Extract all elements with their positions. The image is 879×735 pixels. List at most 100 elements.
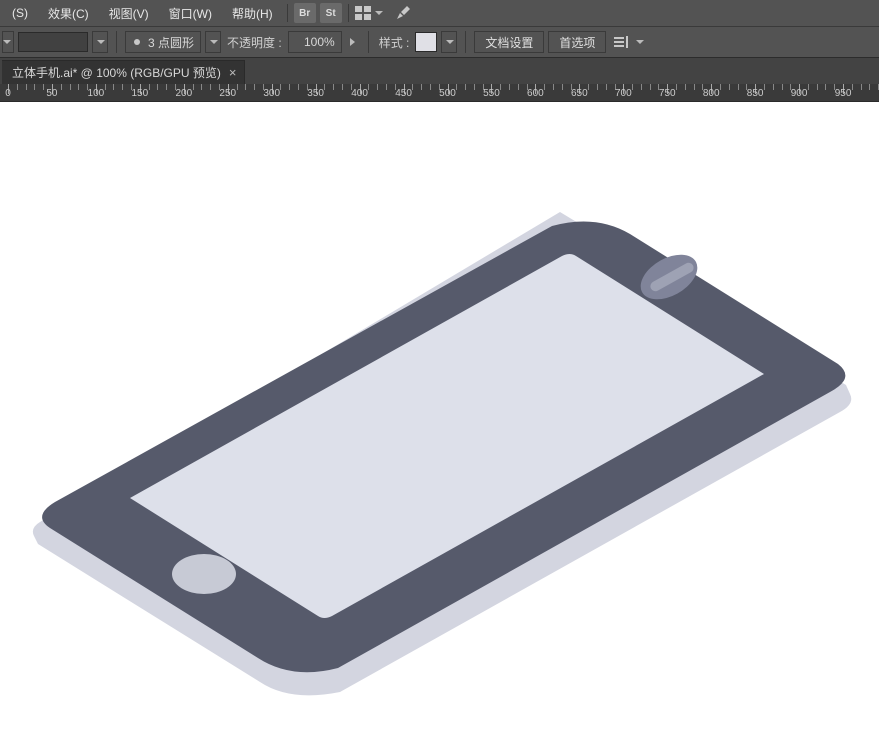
opacity-input[interactable] — [295, 35, 335, 49]
ruler-label: 0 — [5, 88, 11, 99]
align-flyout-icon[interactable] — [610, 31, 632, 53]
stroke-dropdown[interactable] — [92, 31, 108, 53]
ruler-subtick — [193, 84, 194, 90]
ruler-subtick — [808, 84, 809, 90]
ruler-subtick — [518, 84, 519, 90]
options-bar: 3 点圆形 不透明度 : 样式 : 文档设置 首选项 — [0, 26, 879, 58]
divider — [348, 4, 349, 22]
ruler-subtick — [676, 84, 677, 90]
chevron-down-icon[interactable] — [636, 40, 644, 44]
ruler-label: 200 — [175, 88, 192, 99]
ruler-subtick — [122, 84, 123, 90]
style-swatch[interactable] — [415, 32, 437, 52]
ruler-subtick — [245, 84, 246, 90]
style-dropdown[interactable] — [441, 31, 457, 53]
stroke-profile-dropdown[interactable] — [205, 31, 221, 53]
ruler-label: 100 — [88, 88, 105, 99]
document-tab-title: 立体手机.ai* @ 100% (RGB/GPU 预览) — [12, 64, 221, 81]
style-label: 样式 : — [377, 34, 412, 51]
menu-effect[interactable]: 效果(C) — [38, 0, 99, 26]
ruler-label: 150 — [132, 88, 149, 99]
ruler-label: 600 — [527, 88, 544, 99]
ruler-subtick — [562, 84, 563, 90]
preferences-button[interactable]: 首选项 — [548, 31, 606, 53]
ruler-subtick — [237, 84, 238, 90]
divider — [368, 31, 369, 53]
ruler-subtick — [166, 84, 167, 90]
stock-icon[interactable]: St — [320, 3, 342, 23]
ruler-subtick — [738, 84, 739, 90]
ruler-subtick — [869, 84, 870, 90]
ruler-label: 350 — [307, 88, 324, 99]
horizontal-ruler[interactable]: 0501001502002503003504004505005506006507… — [0, 84, 879, 102]
stroke-profile-value: 3 点圆形 — [148, 34, 194, 51]
ruler-subtick — [588, 84, 589, 90]
ruler-subtick — [149, 84, 150, 90]
ruler-subtick — [597, 84, 598, 90]
ruler-subtick — [298, 84, 299, 90]
ruler-subtick — [825, 84, 826, 90]
opacity-field[interactable] — [288, 31, 342, 53]
ruler-label: 950 — [835, 88, 852, 99]
ruler-subtick — [782, 84, 783, 90]
menu-help[interactable]: 帮助(H) — [222, 0, 283, 26]
ruler-label: 750 — [659, 88, 676, 99]
ruler-subtick — [157, 84, 158, 90]
opacity-flyout-icon[interactable] — [346, 35, 360, 49]
menu-window[interactable]: 窗口(W) — [159, 0, 222, 26]
close-icon[interactable]: × — [229, 65, 237, 80]
ruler-subtick — [685, 84, 686, 90]
ruler-subtick — [113, 84, 114, 90]
fill-dropdown[interactable] — [2, 31, 14, 53]
ruler-subtick — [544, 84, 545, 90]
ruler-subtick — [729, 84, 730, 90]
ruler-subtick — [430, 84, 431, 90]
menu-truncated[interactable]: (S) — [2, 0, 38, 26]
ruler-subtick — [254, 84, 255, 90]
chevron-down-icon[interactable] — [375, 11, 383, 15]
phone-home-button — [172, 554, 236, 594]
ruler-label: 550 — [483, 88, 500, 99]
document-tab-strip: 立体手机.ai* @ 100% (RGB/GPU 预览) × — [0, 58, 879, 84]
ruler-subtick — [421, 84, 422, 90]
gpu-rocket-icon[interactable] — [393, 4, 413, 22]
ruler-label: 450 — [395, 88, 412, 99]
ruler-label: 250 — [219, 88, 236, 99]
ruler-subtick — [606, 84, 607, 90]
ruler-subtick — [43, 84, 44, 90]
menu-view[interactable]: 视图(V) — [99, 0, 159, 26]
ruler-subtick — [386, 84, 387, 90]
ruler-subtick — [764, 84, 765, 90]
ruler-subtick — [201, 84, 202, 90]
ruler-label: 850 — [747, 88, 764, 99]
bridge-icon[interactable]: Br — [294, 3, 316, 23]
ruler-subtick — [861, 84, 862, 90]
ruler-subtick — [78, 84, 79, 90]
document-setup-button[interactable]: 文档设置 — [474, 31, 544, 53]
ruler-subtick — [105, 84, 106, 90]
canvas-area[interactable] — [0, 102, 879, 735]
ruler-subtick — [17, 84, 18, 90]
ruler-label: 50 — [46, 88, 57, 99]
document-tab[interactable]: 立体手机.ai* @ 100% (RGB/GPU 预览) × — [2, 60, 245, 84]
ruler-label: 900 — [791, 88, 808, 99]
ruler-subtick — [61, 84, 62, 90]
ruler-subtick — [773, 84, 774, 90]
ruler-subtick — [289, 84, 290, 90]
ruler-subtick — [641, 84, 642, 90]
ruler-subtick — [852, 84, 853, 90]
ruler-subtick — [280, 84, 281, 90]
divider — [465, 31, 466, 53]
arrange-documents-icon[interactable] — [353, 4, 373, 22]
ruler-subtick — [34, 84, 35, 90]
ruler-subtick — [650, 84, 651, 90]
ruler-label: 400 — [351, 88, 368, 99]
ruler-label: 500 — [439, 88, 456, 99]
ruler-label: 700 — [615, 88, 632, 99]
stroke-swatch[interactable] — [18, 32, 88, 52]
stroke-profile-field[interactable]: 3 点圆形 — [125, 31, 201, 53]
ruler-label: 650 — [571, 88, 588, 99]
ruler-subtick — [368, 84, 369, 90]
ruler-subtick — [342, 84, 343, 90]
divider — [116, 31, 117, 53]
